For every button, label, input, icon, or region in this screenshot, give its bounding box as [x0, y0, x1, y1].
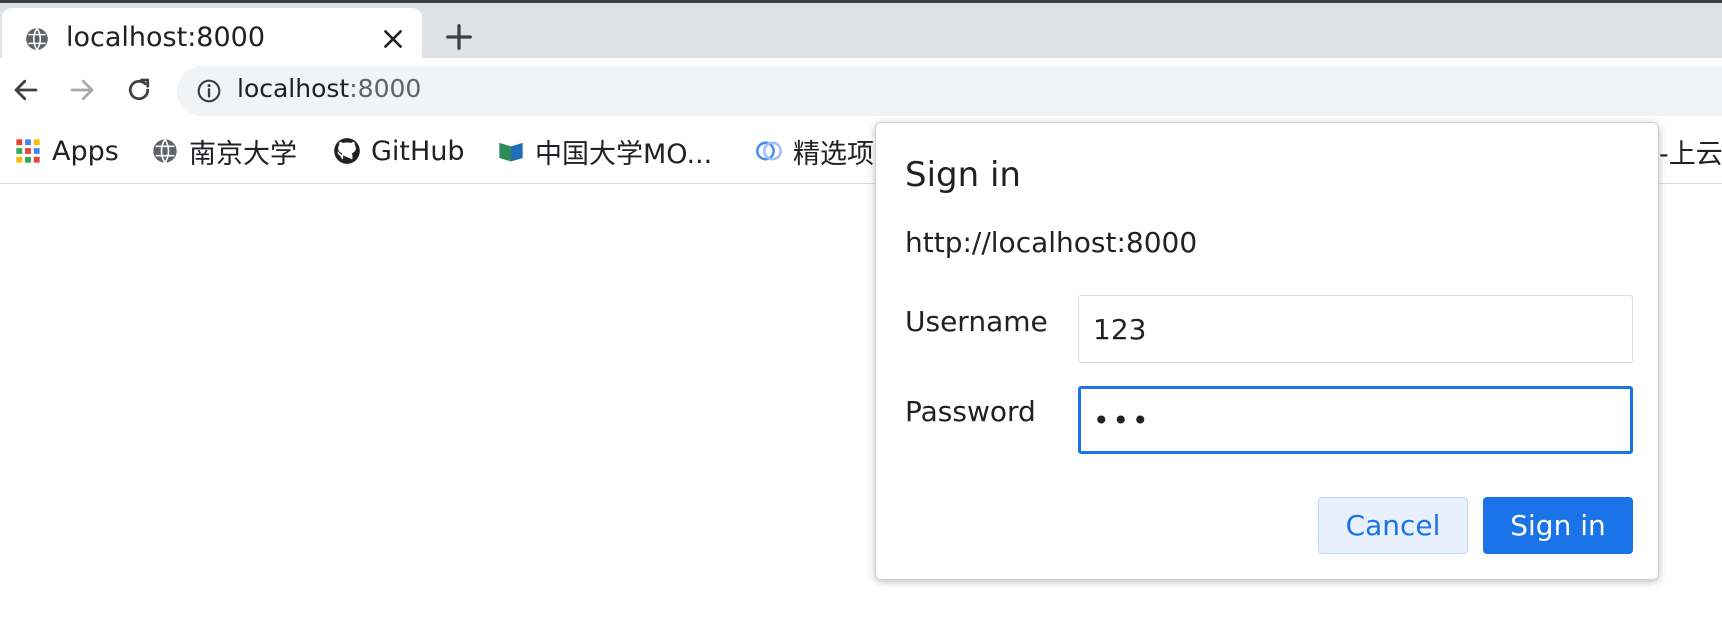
- password-label: Password: [905, 395, 1036, 428]
- sign-in-dialog: Sign in http://localhost:8000 Username P…: [875, 122, 1659, 580]
- browser-window: localhost:8000 localhost:8000 Apps 南京大学 …: [0, 0, 1722, 633]
- bookmark-github[interactable]: GitHub: [333, 133, 465, 169]
- reload-icon[interactable]: [124, 75, 154, 105]
- address-bar[interactable]: localhost:8000: [177, 66, 1722, 116]
- sign-in-button[interactable]: Sign in: [1483, 497, 1633, 554]
- bookmark-label: 精选项: [793, 138, 874, 170]
- clouds-icon: [756, 141, 782, 161]
- dialog-title: Sign in: [905, 155, 1021, 195]
- github-icon: [334, 138, 360, 164]
- bookmark-label: 中国大学MO...: [535, 138, 713, 170]
- plus-icon[interactable]: [444, 22, 474, 52]
- url-host: localhost: [237, 74, 350, 103]
- globe-icon: [153, 138, 177, 164]
- info-icon[interactable]: [196, 78, 222, 104]
- tab-strip: localhost:8000: [0, 0, 1722, 66]
- url-port: :8000: [349, 74, 422, 103]
- password-field[interactable]: [1078, 386, 1633, 454]
- bookmark-label: Apps: [52, 135, 119, 167]
- username-field[interactable]: [1078, 295, 1633, 363]
- globe-icon: [26, 27, 48, 51]
- apps-grid-icon: [16, 139, 40, 163]
- bookmark-label: GitHub: [371, 135, 465, 167]
- close-icon[interactable]: [380, 26, 406, 52]
- arrow-right-icon[interactable]: [67, 75, 97, 105]
- username-label: Username: [905, 305, 1048, 338]
- bookmark-mooc[interactable]: 中国大学MO...: [497, 133, 713, 170]
- mooc-icon: [499, 142, 523, 162]
- cancel-button[interactable]: Cancel: [1318, 497, 1468, 554]
- url-text: localhost:8000: [237, 74, 421, 103]
- bookmark-nju[interactable]: 南京大学: [151, 133, 297, 170]
- dialog-origin: http://localhost:8000: [905, 226, 1198, 259]
- bookmark-featured[interactable]: 精选项: [755, 133, 874, 170]
- bookmark-apps[interactable]: Apps: [14, 133, 119, 169]
- arrow-left-icon[interactable]: [11, 75, 41, 105]
- tab-title: localhost:8000: [66, 22, 266, 53]
- browser-toolbar: localhost:8000: [0, 58, 1722, 123]
- bookmark-label: 南京大学: [189, 138, 297, 170]
